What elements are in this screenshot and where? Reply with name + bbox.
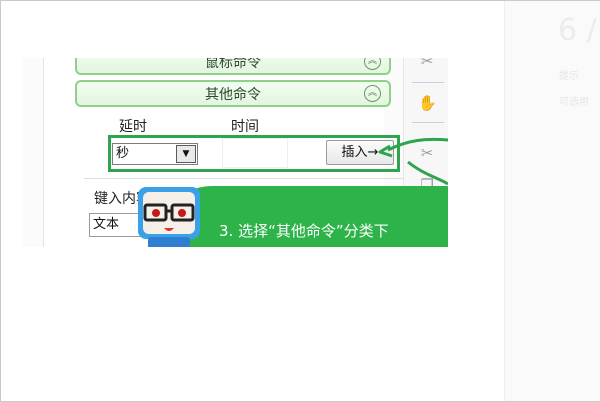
- faint-text-line-1: 提示: [559, 71, 579, 82]
- toolbar-separator: [412, 122, 444, 123]
- divider: [84, 178, 404, 179]
- toolbar-separator: [412, 82, 444, 83]
- scissors-icon[interactable]: ✂: [418, 58, 436, 70]
- tutorial-screenshot: 鼠标命令 ︽ 其他命令 ︽ 延时 时间 秒 ▼ 插入→ 键入内容 文本 ✂ ✋ …: [23, 58, 448, 247]
- mascot-avatar: [138, 187, 200, 247]
- collapse-icon[interactable]: ︽: [364, 58, 381, 70]
- faint-text-line-2: 可选用: [559, 97, 589, 108]
- mouse-commands-label: 鼠标命令: [205, 58, 261, 71]
- mouse-commands-section-button[interactable]: 鼠标命令 ︽: [75, 58, 391, 75]
- tutorial-banner-text: 3. 选择“其他命令”分类下: [219, 222, 389, 240]
- time-label: 时间: [231, 119, 259, 135]
- delay-label: 延时: [119, 119, 147, 135]
- right-side-pane: 6 / 提示 可选用: [504, 1, 600, 401]
- hand-icon[interactable]: ✋: [418, 94, 437, 112]
- collapse-icon[interactable]: ︽: [364, 85, 381, 102]
- page-frame: 6 / 提示 可选用 鼠标命令 ︽ 其他命令 ︽ 延时 时间 秒 ▼ 插入→ 键…: [0, 0, 600, 402]
- other-commands-section-button[interactable]: 其他命令 ︽: [75, 80, 391, 107]
- tutorial-highlight-box: [108, 135, 400, 172]
- step-counter-faint: 6 /: [558, 13, 597, 48]
- other-commands-label: 其他命令: [205, 87, 261, 103]
